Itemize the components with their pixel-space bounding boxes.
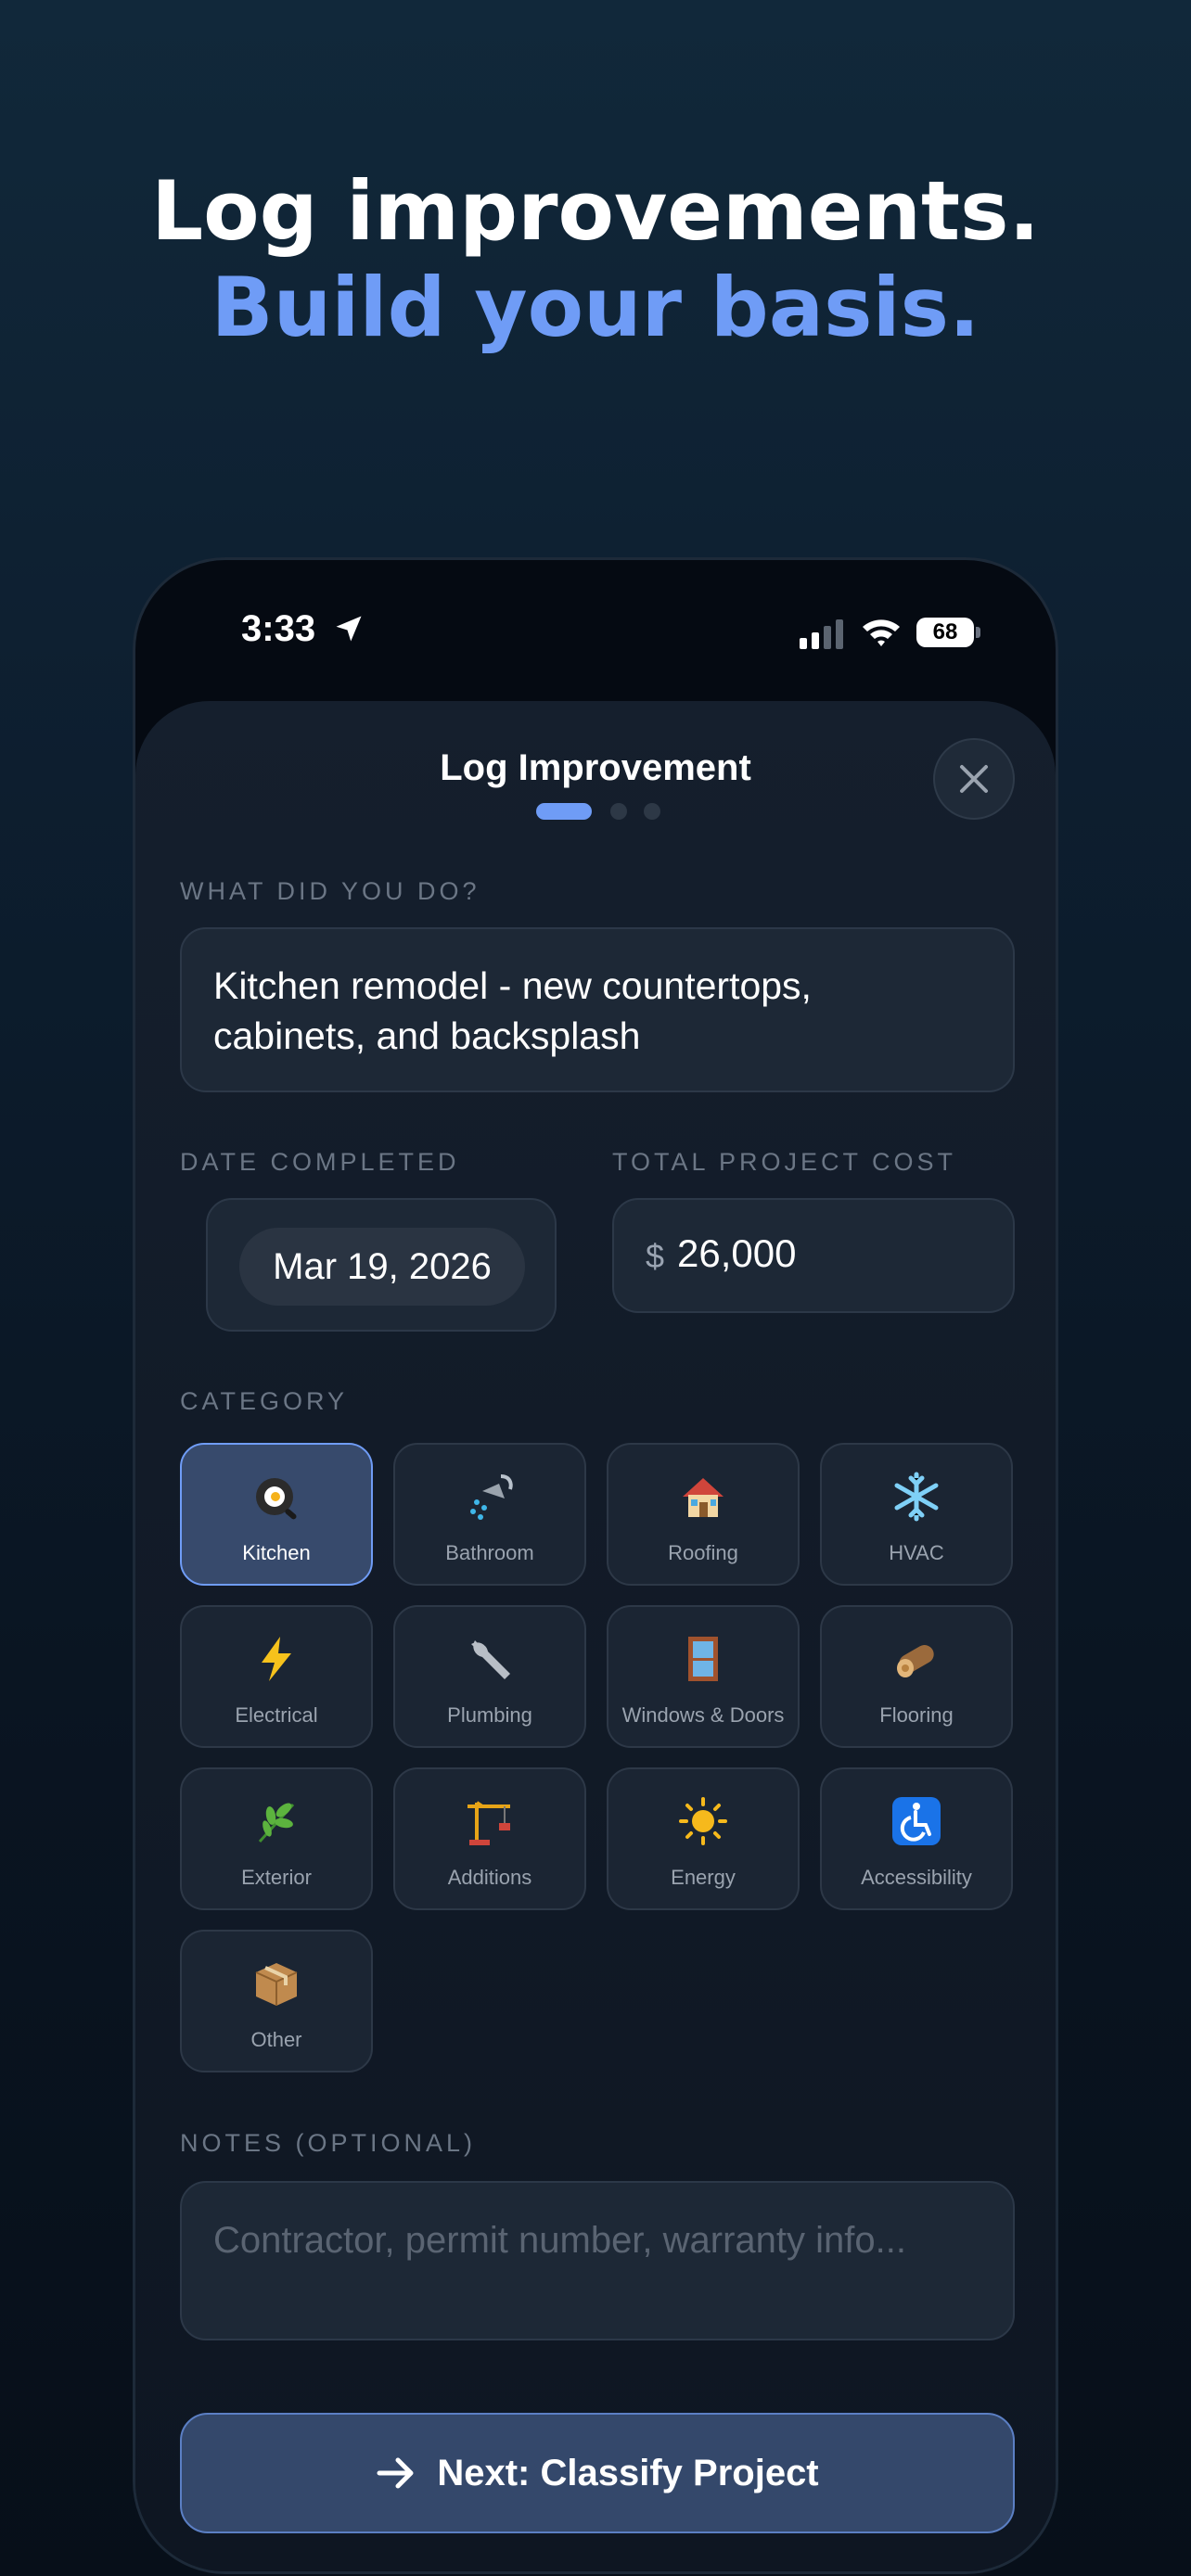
- category-label-text: Flooring: [879, 1703, 954, 1727]
- category-label-text: Roofing: [668, 1541, 738, 1564]
- notes-placeholder: Contractor, permit number, warranty info…: [213, 2220, 906, 2261]
- description-line-2: cabinets, and backsplash: [213, 1014, 641, 1057]
- step-dot: [644, 803, 660, 820]
- category-label-text: Windows & Doors: [621, 1703, 785, 1727]
- category-windows-doors[interactable]: Windows & Doors: [607, 1605, 800, 1748]
- description-input[interactable]: Kitchen remodel - new countertops, cabin…: [180, 927, 1015, 1092]
- category-label-text: Accessibility: [861, 1866, 972, 1889]
- category-energy[interactable]: Energy: [607, 1767, 800, 1910]
- notes-input[interactable]: Contractor, permit number, warranty info…: [180, 2181, 1015, 2340]
- category-label-text: Additions: [447, 1866, 532, 1889]
- wifi-icon: [863, 619, 900, 646]
- headline-line-2: Build your basis.: [211, 260, 980, 355]
- category-label-text: Kitchen: [242, 1541, 311, 1564]
- category-roofing[interactable]: Roofing: [607, 1443, 800, 1586]
- notes-label: NOTES (OPTIONAL): [180, 2129, 477, 2157]
- sheet-title: Log Improvement: [440, 747, 751, 788]
- category-label-text: HVAC: [889, 1541, 944, 1564]
- category-hvac[interactable]: HVAC: [820, 1443, 1013, 1586]
- snowflake-icon: [822, 1469, 1011, 1524]
- battery-nub: [976, 627, 980, 638]
- wood-log-icon: [822, 1631, 1011, 1687]
- description-line-1: Kitchen remodel - new countertops,: [213, 964, 812, 1007]
- close-button[interactable]: [933, 738, 1015, 820]
- description-value: Kitchen remodel - new countertops, cabin…: [213, 961, 985, 1061]
- category-label-text: Energy: [671, 1866, 736, 1889]
- category-label-text: Other: [250, 2028, 302, 2051]
- category-electrical[interactable]: Electrical: [180, 1605, 373, 1748]
- status-bar: 3:33 68: [135, 560, 1056, 699]
- category-exterior[interactable]: Exterior: [180, 1767, 373, 1910]
- step-indicator: [536, 803, 666, 820]
- wheelchair-icon: [822, 1793, 1011, 1849]
- package-icon: [182, 1956, 371, 2011]
- cellular-signal-icon: [800, 619, 843, 649]
- herb-icon: [182, 1793, 371, 1849]
- currency-symbol: $: [646, 1237, 665, 1275]
- log-improvement-sheet: Log Improvement WHAT DID YOU DO? Kitchen…: [135, 701, 1056, 2571]
- description-label: WHAT DID YOU DO?: [180, 877, 480, 905]
- category-plumbing[interactable]: Plumbing: [393, 1605, 586, 1748]
- phone-frame: 3:33 68 Log Improvement WHAT DID YOU DO?…: [133, 557, 1058, 2574]
- battery-indicator: 68: [916, 618, 974, 647]
- step-dot: [610, 803, 627, 820]
- category-accessibility[interactable]: Accessibility: [820, 1767, 1013, 1910]
- category-label-text: Electrical: [235, 1703, 318, 1727]
- shower-icon: [395, 1469, 584, 1524]
- wrench-icon: [395, 1631, 584, 1687]
- step-dot-active: [536, 803, 592, 820]
- next-classify-button[interactable]: Next: Classify Project: [180, 2413, 1015, 2533]
- cost-value: 26,000: [677, 1231, 797, 1275]
- next-button-label: Next: Classify Project: [437, 2452, 819, 2493]
- cost-label: TOTAL PROJECT COST: [612, 1148, 957, 1176]
- crane-icon: [395, 1793, 584, 1849]
- date-value[interactable]: Mar 19, 2026: [239, 1228, 525, 1306]
- house-icon: [608, 1469, 798, 1524]
- date-picker[interactable]: Mar 19, 2026: [206, 1198, 557, 1332]
- frying-pan-icon: [182, 1469, 371, 1524]
- location-arrow-icon: [336, 616, 362, 642]
- close-icon: [960, 765, 988, 793]
- category-bathroom[interactable]: Bathroom: [393, 1443, 586, 1586]
- category-other[interactable]: Other: [180, 1930, 373, 2072]
- status-time: 3:33: [241, 608, 316, 649]
- category-flooring[interactable]: Flooring: [820, 1605, 1013, 1748]
- category-label: CATEGORY: [180, 1387, 349, 1415]
- category-label-text: Exterior: [241, 1866, 312, 1889]
- sun-icon: [608, 1793, 798, 1849]
- category-kitchen[interactable]: Kitchen: [180, 1443, 373, 1586]
- marketing-headline: Log improvements. Build your basis.: [0, 163, 1191, 356]
- window-icon: [608, 1631, 798, 1687]
- arrow-right-icon: [377, 2457, 414, 2489]
- category-label-text: Bathroom: [445, 1541, 534, 1564]
- date-label: DATE COMPLETED: [180, 1148, 460, 1176]
- lightning-icon: [182, 1631, 371, 1687]
- headline-line-1: Log improvements.: [151, 163, 1040, 259]
- cost-input[interactable]: $ 26,000: [612, 1198, 1015, 1313]
- category-label-text: Plumbing: [447, 1703, 532, 1727]
- category-additions[interactable]: Additions: [393, 1767, 586, 1910]
